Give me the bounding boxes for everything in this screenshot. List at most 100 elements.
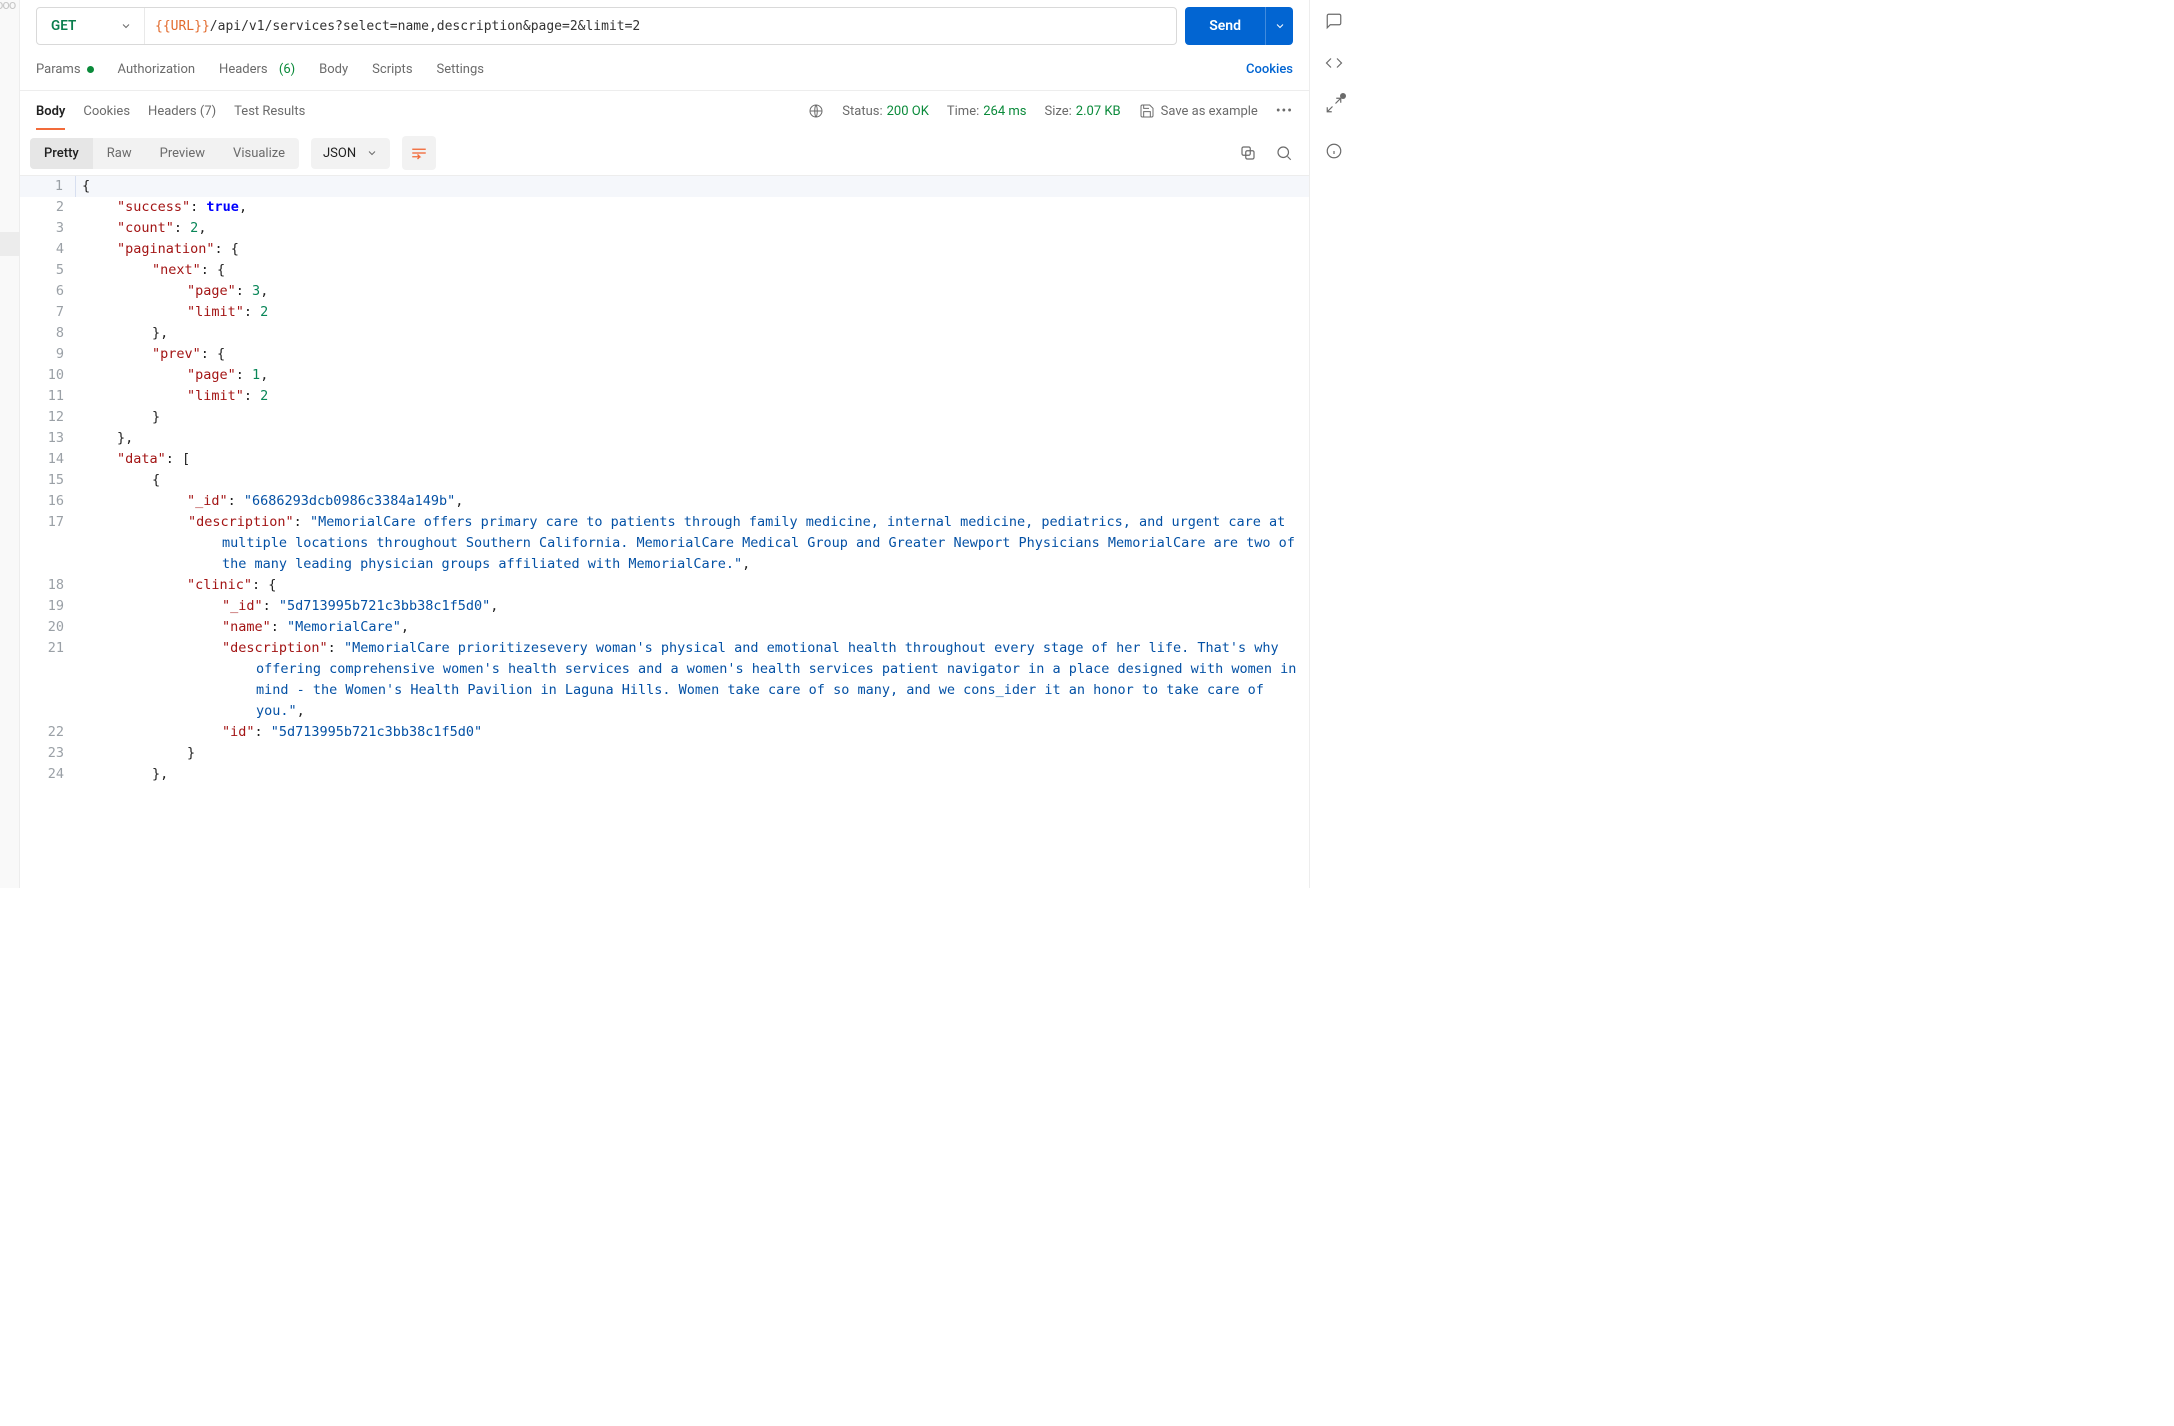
tab-headers[interactable]: Headers (6) [219,62,295,77]
json-key: "page" [187,283,236,299]
chevron-down-icon [120,20,132,32]
json-key: "pagination" [117,241,215,257]
json-key: "description" [188,514,294,530]
main-panel: GET {{URL}}/api/v1/services?select=name,… [20,0,1309,888]
view-raw[interactable]: Raw [93,138,146,169]
response-tab-tests[interactable]: Test Results [234,94,305,129]
view-pretty[interactable]: Pretty [30,138,93,169]
json-value: "MemorialCare prioritizesevery woman's p… [256,640,1304,719]
wrap-icon [410,144,428,162]
line-number: 15 [20,470,76,491]
save-as-example-label: Save as example [1161,104,1258,119]
line-number: 4 [20,239,76,260]
copy-icon[interactable] [1239,144,1257,162]
line-number: 10 [20,365,76,386]
response-header: Body Cookies Headers (7) Test Results St… [20,91,1309,131]
json-value: 1 [252,367,260,383]
json-value: true [206,199,239,215]
json-value: "5d713995b721c3bb38c1f5d0" [279,598,490,614]
response-body[interactable]: 1{ 2"success": true, 3"count": 2, 4"pagi… [20,176,1309,888]
response-tab-body[interactable]: Body [36,94,65,129]
params-modified-dot-icon [87,66,94,73]
line-number: 3 [20,218,76,239]
json-key: "description" [222,640,328,656]
json-key: "limit" [187,388,244,404]
url-input[interactable]: {{URL}}/api/v1/services?select=name,desc… [145,8,1176,44]
line-number: 16 [20,491,76,512]
unsaved-dot-icon [1340,93,1346,99]
line-number: 21 [20,638,76,722]
json-value: 2 [260,388,268,404]
line-number: 14 [20,449,76,470]
code-icon[interactable] [1325,54,1343,72]
response-time: Time:264 ms [947,104,1027,119]
line-number: 8 [20,323,76,344]
json-key: "clinic" [187,577,252,593]
globe-icon[interactable] [808,103,824,119]
more-actions-button[interactable]: ••• [1276,103,1293,119]
search-icon[interactable] [1275,144,1293,162]
json-key: "limit" [187,304,244,320]
http-method-label: GET [51,18,76,34]
chevron-down-icon [366,147,378,159]
response-tab-cookies[interactable]: Cookies [83,94,130,129]
view-visualize[interactable]: Visualize [219,138,299,169]
tab-scripts[interactable]: Scripts [372,62,412,77]
chevron-down-icon [1274,20,1286,32]
send-button[interactable]: Send [1185,7,1265,45]
response-view-controls: Pretty Raw Preview Visualize JSON [20,131,1309,176]
url-variable: {{URL}} [155,19,210,34]
size-label: Size: [1045,104,1072,119]
response-tab-headers-count: (7) [200,104,216,119]
line-number: 5 [20,260,76,281]
http-method-select[interactable]: GET [37,8,145,44]
line-number: 6 [20,281,76,302]
time-label: Time: [947,104,979,119]
sidebar-collapsed: ooo [0,0,20,888]
response-size: Size: 2.07 KB [1045,104,1121,119]
line-number: 19 [20,596,76,617]
json-key: "_id" [187,493,228,509]
json-key: "next" [152,262,201,278]
line-number: 1 [20,176,76,197]
json-value: "MemorialCare" [287,619,401,635]
line-number: 22 [20,722,76,743]
right-rail [1309,0,1357,888]
json-key: "id" [222,724,255,740]
line-number: 11 [20,386,76,407]
json-value: "5d713995b721c3bb38c1f5d0" [271,724,482,740]
status-value: 200 OK [887,104,929,119]
save-as-example-button[interactable]: Save as example [1139,103,1258,119]
json-key: "success" [117,199,190,215]
wrap-lines-button[interactable] [402,136,436,170]
json-key: "_id" [222,598,263,614]
tab-settings[interactable]: Settings [437,62,484,77]
line-number: 17 [20,512,76,575]
status-label: Status: [842,104,882,119]
size-value: 2.07 KB [1076,104,1121,119]
comment-icon[interactable] [1325,12,1343,30]
json-value: 2 [260,304,268,320]
view-preview[interactable]: Preview [146,138,219,169]
tab-body[interactable]: Body [319,62,348,77]
send-options-button[interactable] [1265,7,1293,45]
line-number: 24 [20,764,76,785]
json-value: "MemorialCare offers primary care to pat… [222,514,1303,572]
view-mode-segment: Pretty Raw Preview Visualize [30,138,299,169]
tab-params-label: Params [36,62,81,77]
sidebar-active-stub [0,232,20,256]
tab-headers-count: (6) [279,62,295,77]
line-number: 13 [20,428,76,449]
tab-authorization[interactable]: Authorization [118,62,196,77]
drag-dots-icon: ooo [0,0,15,13]
line-number: 9 [20,344,76,365]
response-status: Status: 200 OK [842,104,929,119]
cookies-link[interactable]: Cookies [1246,62,1293,77]
tab-headers-label: Headers [219,62,268,77]
info-icon[interactable] [1325,142,1343,160]
response-tab-headers-label: Headers [148,104,197,119]
expand-icon[interactable] [1325,96,1343,114]
response-tab-headers[interactable]: Headers (7) [148,94,216,129]
format-select[interactable]: JSON [311,138,390,169]
tab-params[interactable]: Params [36,62,94,77]
